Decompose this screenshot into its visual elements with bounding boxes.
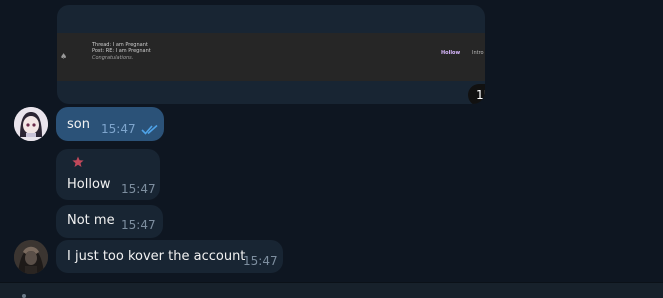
media-time: 15:47 [476, 88, 485, 102]
forum-screenshot-image[interactable]: ♠ Thread: I am Pregnant Post: RE: I am P… [57, 33, 485, 81]
flame-icon: ♠ [60, 52, 68, 61]
message-time: 15:47 [101, 122, 136, 136]
media-timestamp: 15:47 [468, 84, 485, 104]
message-account[interactable]: I just too kover the account 15:47 [56, 240, 283, 273]
double-check-icon [141, 124, 158, 135]
message-text: I just too kover the account [67, 249, 246, 264]
message-text: Not me [67, 213, 115, 228]
media-message[interactable]: ♠ Thread: I am Pregnant Post: RE: I am P… [57, 5, 485, 104]
message-not-me[interactable]: Not me 15:47 [56, 205, 163, 238]
message-composer[interactable] [0, 282, 663, 298]
message-text: son [67, 117, 90, 132]
attach-icon[interactable] [22, 294, 26, 298]
post-title: Post: RE: I am Pregnant [92, 48, 151, 54]
avatar[interactable] [14, 107, 48, 141]
message-time: 15:47 [121, 182, 156, 196]
message-hollow[interactable]: Hollow 15:47 [56, 149, 160, 200]
star-icon [72, 156, 84, 167]
message-son[interactable]: son 15:47 [56, 107, 164, 141]
user-name: Hollow [441, 50, 461, 56]
message-time: 15:47 [243, 254, 278, 268]
dark-character-avatar [14, 240, 48, 274]
avatar[interactable] [14, 240, 48, 274]
anime-girl-avatar [14, 107, 48, 141]
post-content: Congratulations. [92, 55, 134, 61]
user-suffix: Intro [472, 50, 484, 56]
message-time: 15:47 [121, 218, 156, 232]
message-text: Hollow [67, 177, 111, 192]
